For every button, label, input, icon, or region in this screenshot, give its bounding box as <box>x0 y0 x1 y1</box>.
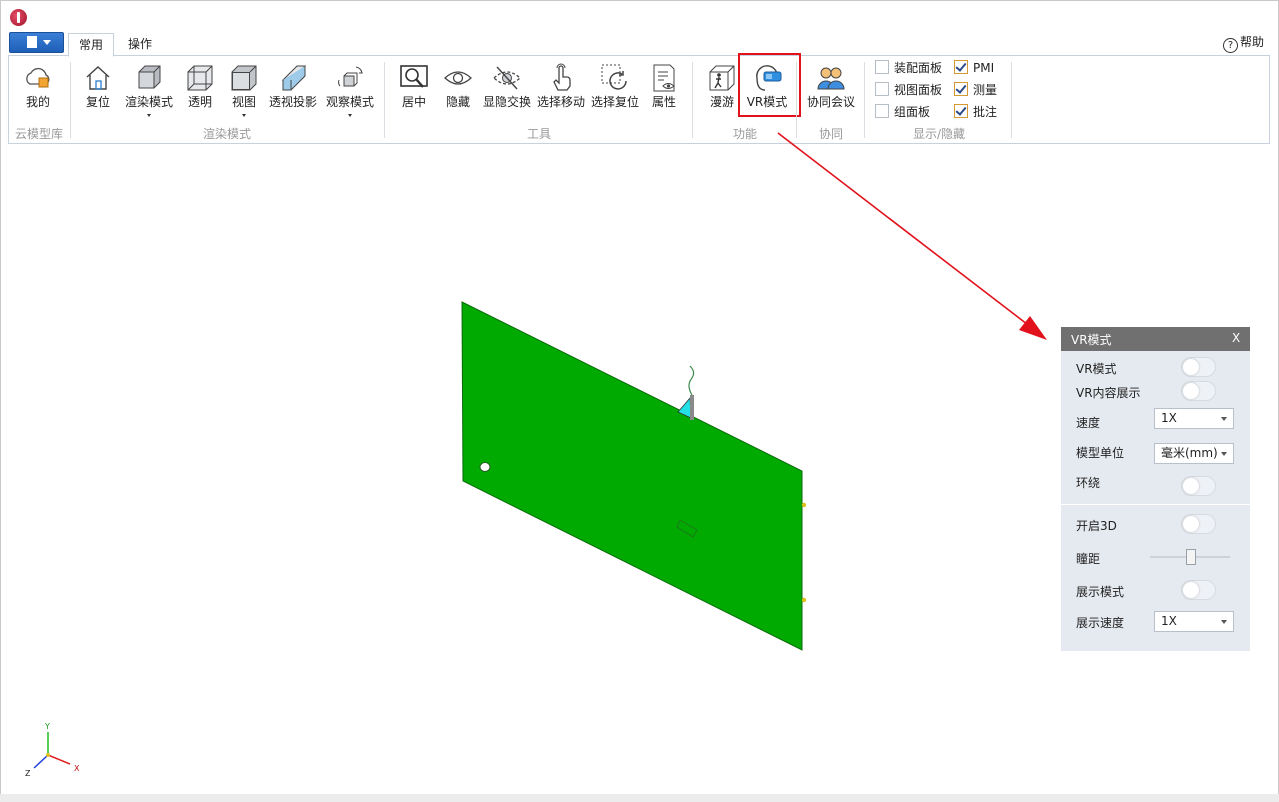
panel-title: VR模式 <box>1071 333 1112 347</box>
vr-mode-row-label: VR模式 <box>1076 362 1117 376</box>
vr-settings-panel: VR模式 X VR模式 VR内容展示 速度 模型单位 环绕 开启3D 瞳距 展示… <box>1061 327 1250 651</box>
vr-mode-toggle[interactable] <box>1181 357 1216 377</box>
pupil-slider-handle[interactable] <box>1186 549 1196 565</box>
show-mode-toggle[interactable] <box>1181 580 1216 600</box>
unit-select[interactable]: 毫米(mm) <box>1154 443 1234 464</box>
axis-y-label: Y <box>45 722 50 731</box>
axis-triad <box>33 732 71 769</box>
unit-row-label: 模型单位 <box>1076 446 1125 460</box>
tab-common[interactable]: 常用 <box>68 33 114 57</box>
show-mode-row-label: 展示模式 <box>1076 585 1125 599</box>
panel-divider <box>1061 504 1250 505</box>
chevron-down-icon <box>1221 620 1227 624</box>
open3d-toggle[interactable] <box>1181 514 1216 534</box>
panel-header: VR模式 X <box>1061 327 1250 351</box>
orbit-toggle[interactable] <box>1181 476 1216 496</box>
green-plate-model[interactable] <box>461 301 807 651</box>
speed-select-value: 1X <box>1161 411 1177 425</box>
show-speed-select[interactable]: 1X <box>1154 611 1234 632</box>
open3d-row-label: 开启3D <box>1076 519 1117 533</box>
speed-row-label: 速度 <box>1076 416 1101 430</box>
axis-z-label: Z <box>25 769 31 778</box>
close-button[interactable]: X <box>1232 331 1240 345</box>
axis-x-label: X <box>74 764 80 773</box>
show-speed-select-value: 1X <box>1161 614 1177 628</box>
vr-content-row-label: VR内容展示 <box>1076 386 1141 400</box>
vr-content-toggle[interactable] <box>1181 381 1216 401</box>
unit-select-value: 毫米(mm) <box>1161 446 1218 460</box>
speed-select[interactable]: 1X <box>1154 408 1234 429</box>
show-speed-row-label: 展示速度 <box>1076 616 1125 630</box>
annotation-arrow <box>777 132 1047 340</box>
chevron-down-icon <box>1221 417 1227 421</box>
orbit-row-label: 环绕 <box>1076 476 1101 490</box>
chevron-down-icon <box>1221 452 1227 456</box>
pupil-row-label: 瞳距 <box>1076 552 1101 566</box>
